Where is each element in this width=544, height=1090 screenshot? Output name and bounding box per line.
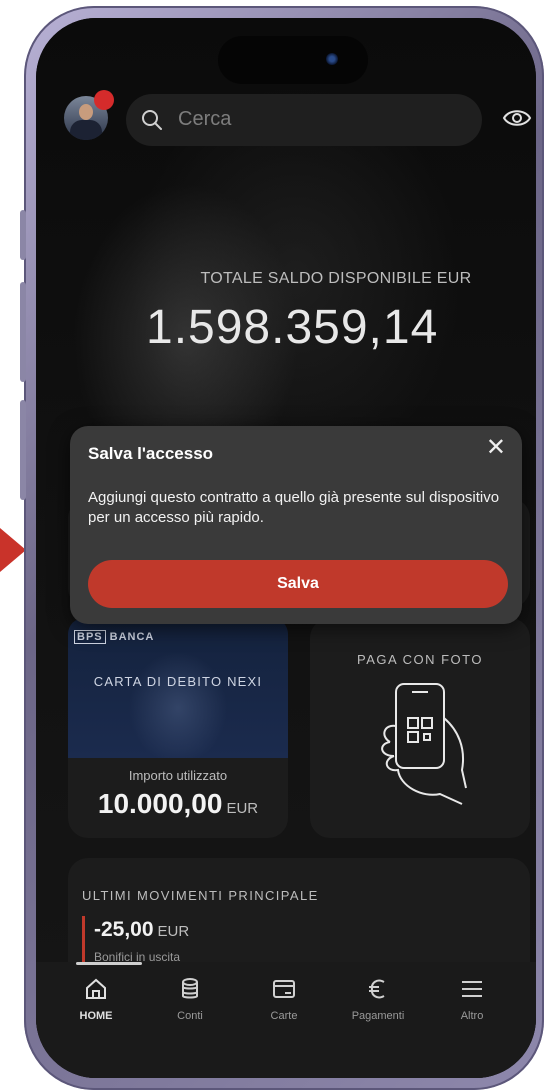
movement-indicator	[82, 916, 85, 962]
eye-icon[interactable]	[502, 106, 532, 130]
search-icon	[142, 110, 162, 130]
side-button	[20, 400, 26, 500]
tab-label: Altro	[460, 1010, 484, 1022]
tab-label: Conti	[177, 1010, 203, 1022]
used-amount-label: Importo utilizzato	[128, 768, 228, 783]
tab-label: HOME	[79, 1010, 113, 1022]
database-icon	[182, 978, 198, 999]
bank-logo: BPS BANCA	[74, 630, 154, 644]
notification-badge	[94, 90, 114, 110]
side-button	[20, 210, 26, 260]
camera-icon	[326, 53, 338, 65]
debit-card-title: CARTA DI DEBITO NEXI	[93, 674, 263, 689]
pointer-arrow	[0, 528, 26, 572]
scroll-indicator	[76, 962, 142, 965]
save-access-dialog: Salva l'accesso ✕ Aggiungi questo contra…	[70, 426, 522, 624]
tab-pagamenti[interactable]: Pagamenti	[338, 976, 418, 1022]
dialog-message: Aggiungi questo contratto a quello già p…	[88, 489, 500, 526]
phone-qr-icon	[381, 683, 467, 805]
total-balance-label: TOTALE SALDO DISPONIBILE EUR	[200, 270, 472, 287]
euro-icon	[369, 979, 385, 999]
close-icon[interactable]: ✕	[486, 436, 506, 460]
side-button	[20, 282, 26, 382]
search-input[interactable]: Cerca	[126, 94, 482, 146]
movements-title: ULTIMI MOVIMENTI PRINCIPALE	[82, 888, 319, 903]
search-placeholder: Cerca	[178, 108, 232, 130]
dialog-title: Salva l'accesso	[88, 444, 214, 463]
home-icon	[86, 978, 106, 999]
save-button[interactable]: Salva	[88, 560, 508, 608]
dynamic-island	[218, 36, 368, 84]
menu-icon	[462, 981, 482, 997]
tab-label: Carte	[270, 1010, 298, 1022]
tab-home[interactable]: HOME	[56, 976, 136, 1022]
debit-card-image: BPS BANCA CARTA DI DEBITO NEXI	[68, 618, 288, 758]
tab-carte[interactable]: Carte	[244, 976, 324, 1022]
movement-amount: -25,00 EUR	[94, 918, 190, 941]
tab-label: Pagamenti	[351, 1010, 405, 1022]
phone-screen: Cerca TOTALE SALDO DISPONIBILE EUR 1.598…	[36, 18, 536, 1078]
total-balance-value: 1.598.359,14	[146, 301, 439, 354]
tab-altro[interactable]: Altro	[432, 976, 512, 1022]
tab-conti[interactable]: Conti	[150, 976, 230, 1022]
used-amount-value: 10.000,00 EUR	[97, 788, 259, 819]
card-icon	[273, 980, 295, 998]
photo-pay-label: PAGA CON FOTO	[357, 652, 483, 667]
